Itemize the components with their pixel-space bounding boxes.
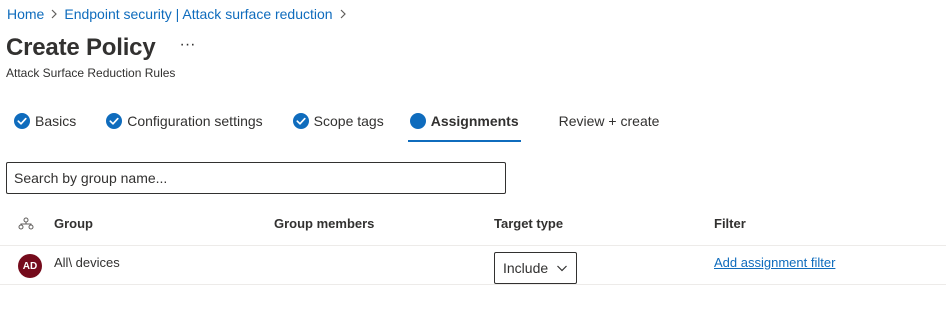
more-options-button[interactable]: ··· — [179, 37, 195, 53]
group-name: All\ devices — [54, 255, 120, 270]
checkmark-circle-icon — [106, 113, 123, 129]
column-header-target-type[interactable]: Target type — [494, 216, 563, 231]
tab-assignments[interactable]: Assignments — [407, 108, 521, 142]
avatar: AD — [18, 254, 42, 278]
filled-circle-icon — [409, 113, 426, 129]
checkmark-circle-icon — [292, 113, 309, 129]
group-hierarchy-icon — [18, 217, 34, 230]
breadcrumb-endpoint-security-link[interactable]: Endpoint security | Attack surface reduc… — [64, 6, 332, 22]
breadcrumb: Home Endpoint security | Attack surface … — [7, 6, 353, 22]
page-subtitle: Attack Surface Reduction Rules — [6, 66, 176, 80]
column-header-group[interactable]: Group — [54, 216, 93, 231]
tab-label: Scope tags — [313, 113, 384, 129]
add-assignment-filter-link[interactable]: Add assignment filter — [714, 255, 835, 270]
target-type-value: Include — [503, 260, 549, 276]
breadcrumb-home-link[interactable]: Home — [7, 6, 44, 22]
chevron-right-icon — [50, 9, 58, 19]
tab-basics[interactable]: Basics — [14, 108, 76, 134]
page-title: Create Policy — [6, 34, 156, 61]
search-box — [6, 162, 506, 194]
column-header-group-members[interactable]: Group members — [274, 216, 374, 231]
column-header-filter[interactable]: Filter — [714, 216, 746, 231]
checkmark-circle-icon — [14, 113, 30, 129]
tab-label: Basics — [35, 113, 77, 129]
target-type-dropdown[interactable]: Include — [494, 252, 577, 284]
tab-label: Review + create — [558, 113, 660, 129]
tab-label: Assignments — [430, 113, 519, 129]
tab-scope-tags[interactable]: Scope tags — [292, 108, 384, 134]
table-header: Group Group members Target type Filter — [0, 206, 946, 246]
table-row: AD All\ devices Include Add assignment f… — [0, 246, 946, 285]
tab-label: Configuration settings — [127, 113, 263, 129]
tab-configuration-settings[interactable]: Configuration settings — [106, 108, 263, 134]
wizard-tabs: Basics Configuration settings Scope tags… — [14, 108, 659, 142]
chevron-down-icon — [557, 265, 567, 272]
title-row: Create Policy ··· — [6, 34, 195, 62]
chevron-right-icon — [339, 9, 347, 19]
tab-review-create[interactable]: Review + create — [559, 108, 660, 134]
search-input[interactable] — [7, 163, 505, 193]
